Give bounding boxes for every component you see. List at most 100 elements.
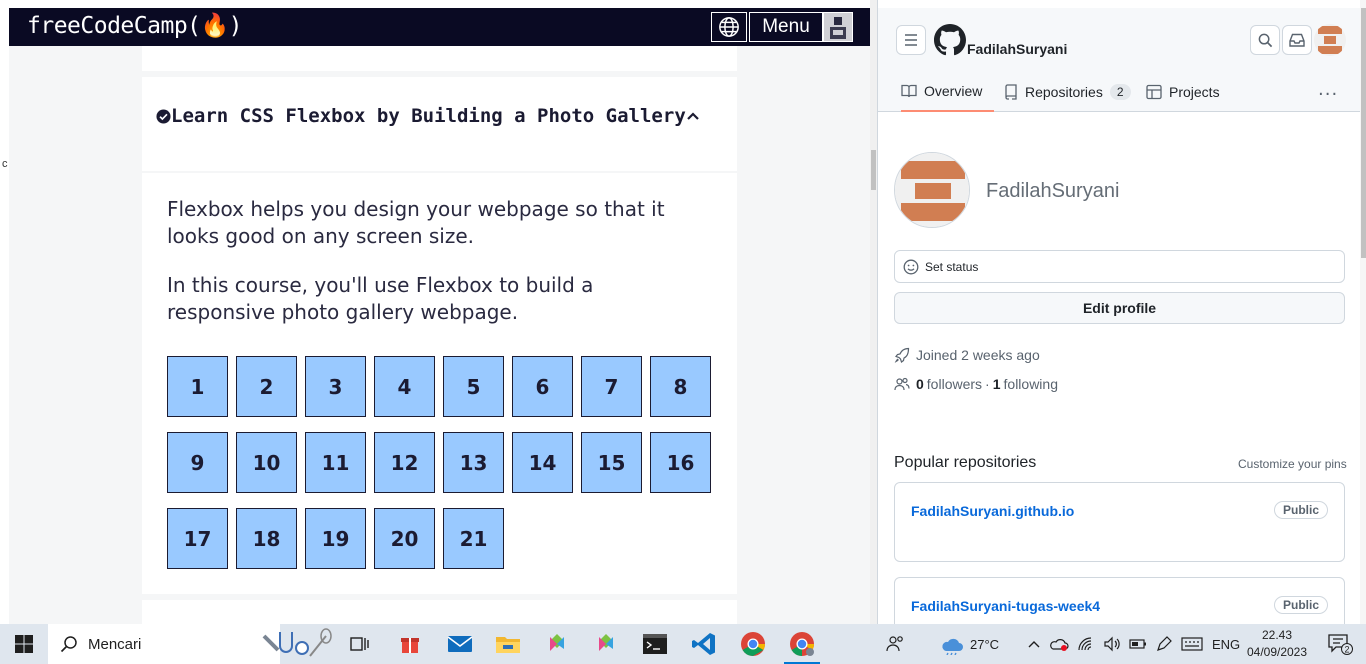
taskbar-app-terminal[interactable]	[631, 624, 679, 664]
task-view-icon	[350, 637, 369, 651]
chrome-icon	[741, 632, 765, 656]
chevron-up-icon	[686, 112, 699, 120]
language-button[interactable]	[711, 12, 747, 42]
gallery-tile: 11	[305, 432, 366, 493]
keyboard-icon[interactable]	[1181, 637, 1203, 651]
taskbar-app-file-explorer[interactable]	[484, 624, 532, 664]
clock[interactable]: 22.43 04/09/2023	[1242, 627, 1312, 661]
onedrive-icon[interactable]	[1049, 636, 1069, 652]
tab-projects[interactable]: Projects	[1146, 72, 1220, 112]
language-indicator[interactable]: ENG	[1212, 624, 1240, 664]
header-username[interactable]: FadilahSuryani	[967, 41, 1067, 57]
inbox-icon	[1289, 33, 1305, 47]
notifications-button[interactable]: 2	[1320, 624, 1360, 664]
taskbar-app-diamond[interactable]	[533, 624, 581, 664]
taskbar-search[interactable]: Mencari	[48, 624, 280, 664]
profile-avatar[interactable]	[894, 152, 970, 228]
tab-overview-label: Overview	[924, 83, 983, 99]
battery-icon[interactable]	[1129, 638, 1147, 650]
book-icon	[901, 84, 917, 98]
fcc-scrollbar[interactable]	[870, 0, 877, 624]
pen-icon[interactable]	[1155, 635, 1173, 653]
hamburger-menu-button[interactable]	[896, 25, 926, 55]
search-icon	[1258, 33, 1272, 47]
taskbar-app-vscode[interactable]	[680, 624, 728, 664]
taskbar-app-chrome[interactable]	[729, 624, 777, 664]
joined-info: Joined 2 weeks ago	[894, 347, 1040, 363]
window-top-edge	[0, 0, 870, 8]
course-title[interactable]: Learn CSS Flexbox by Building a Photo Ga…	[156, 105, 700, 127]
table-icon	[1146, 84, 1162, 100]
fcc-scrollbar-thumb[interactable]	[871, 150, 876, 190]
popular-repositories-heading: Popular repositories	[894, 454, 1037, 471]
gallery-tile: 17	[167, 508, 228, 569]
rocket-icon	[894, 347, 910, 363]
taskbar-app-mail[interactable]	[436, 624, 484, 664]
fcc-logo[interactable]: freeCodeCamp(🔥)	[27, 12, 243, 39]
followers-count[interactable]: 0	[916, 376, 924, 392]
github-logo-icon[interactable]	[934, 24, 966, 56]
github-scrollbar-thumb[interactable]	[1361, 8, 1366, 258]
following-count[interactable]: 1	[993, 376, 1001, 392]
customize-pins-link[interactable]: Customize your pins	[1238, 457, 1347, 471]
course-header[interactable]: Learn CSS Flexbox by Building a Photo Ga…	[142, 77, 737, 171]
user-avatar-button[interactable]	[823, 12, 853, 42]
chevron-up-icon[interactable]	[1027, 639, 1041, 649]
left-edge-text: c	[2, 158, 8, 170]
windows-logo-icon	[15, 635, 33, 653]
weather-icon	[942, 638, 963, 655]
gallery-tile: 19	[305, 508, 366, 569]
windows-taskbar: Mencari 27°C ENG 22.43 04/09/2023 2	[0, 624, 1366, 664]
course-description-1: Flexbox helps you design your webpage so…	[167, 197, 665, 248]
menu-icon	[905, 34, 917, 46]
gallery-tile: 9	[167, 432, 228, 493]
smiley-icon	[903, 259, 919, 274]
gift-icon	[401, 638, 419, 653]
taskbar-app-chrome-profile[interactable]	[778, 624, 826, 664]
volume-icon[interactable]	[1103, 636, 1121, 652]
gallery-tile: 1	[167, 356, 228, 417]
repo-name-link[interactable]: FadilahSuryani-tugas-week4	[911, 598, 1100, 614]
followers-label[interactable]: followers	[927, 376, 982, 392]
freecodecamp-window: c freeCodeCamp(🔥) Menu Learn CSS Flexbox…	[0, 0, 870, 624]
gallery-tile: 3	[305, 356, 366, 417]
clock-date: 04/09/2023	[1246, 645, 1308, 659]
search-highlight-art-icon	[262, 628, 332, 657]
terminal-icon	[643, 634, 667, 654]
task-view-button[interactable]	[336, 624, 384, 664]
set-status-label: Set status	[925, 259, 979, 274]
search-button[interactable]	[1250, 25, 1280, 55]
gallery-tile: 20	[374, 508, 435, 569]
edit-profile-button[interactable]: Edit profile	[894, 292, 1345, 324]
card-top	[142, 46, 737, 71]
inbox-button[interactable]	[1282, 25, 1312, 55]
mail-icon	[447, 636, 473, 652]
repo-name-link[interactable]: FadilahSuryani.github.io	[911, 503, 1074, 519]
taskbar-app-diamond-2[interactable]	[582, 624, 630, 664]
people-icon	[894, 377, 910, 391]
menu-button[interactable]: Menu	[749, 12, 823, 42]
github-scrollbar[interactable]	[1360, 0, 1366, 624]
people-button[interactable]	[886, 624, 906, 664]
weather-widget[interactable]: 27°C	[940, 624, 999, 664]
repo-icon	[1005, 84, 1017, 100]
tab-repositories[interactable]: Repositories 2	[1004, 72, 1131, 112]
wifi-icon[interactable]	[1077, 636, 1095, 652]
taskbar-app-gift[interactable]	[386, 624, 434, 664]
gallery-tile: 2	[236, 356, 297, 417]
check-circle-icon	[156, 108, 171, 124]
tab-overview[interactable]: Overview	[901, 72, 994, 112]
card-bottom	[142, 600, 737, 624]
following-label[interactable]: following	[1004, 376, 1058, 392]
chrome-icon	[790, 632, 814, 656]
set-status-button[interactable]: Set status	[894, 250, 1345, 283]
vscode-icon	[692, 633, 715, 655]
gallery-tile: 15	[581, 432, 642, 493]
separator-dot: ·	[985, 376, 990, 392]
more-tabs-button[interactable]: ···	[1318, 84, 1338, 105]
course-panel: Learn CSS Flexbox by Building a Photo Ga…	[142, 46, 737, 624]
header-avatar[interactable]	[1314, 24, 1346, 56]
gallery-tile: 10	[236, 432, 297, 493]
fcc-navbar: freeCodeCamp(🔥) Menu	[9, 8, 870, 46]
start-button[interactable]	[0, 624, 48, 664]
